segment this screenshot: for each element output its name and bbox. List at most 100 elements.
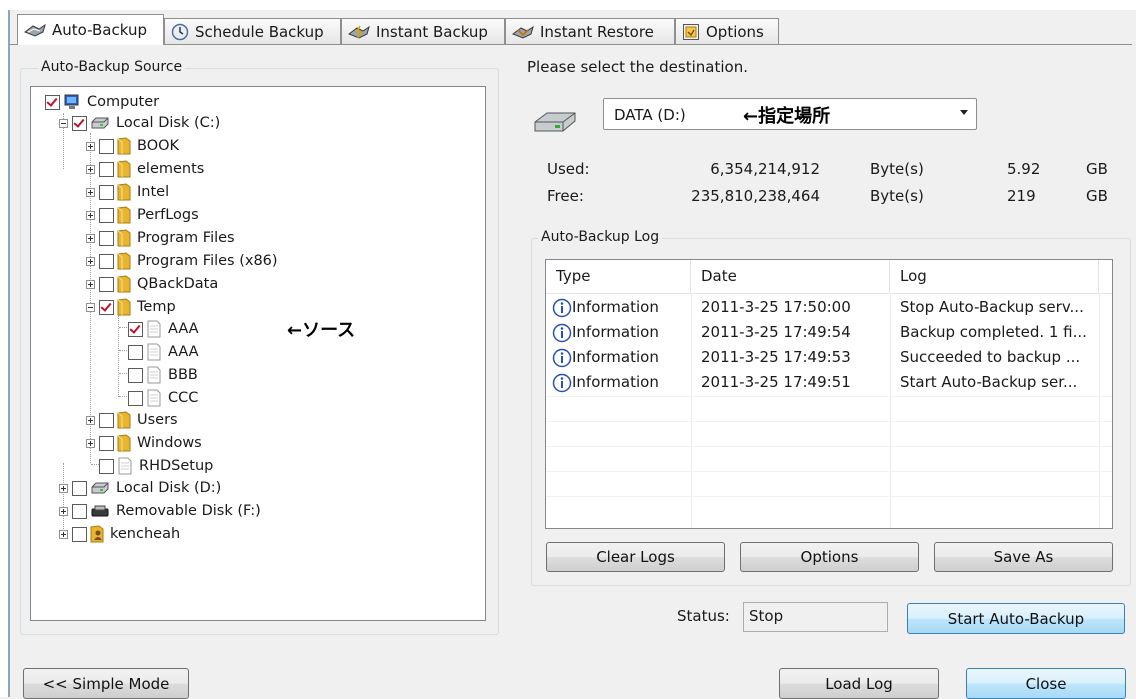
checkbox[interactable] [99, 412, 114, 428]
collapse-toggle[interactable] [59, 118, 68, 128]
tree-node-folder[interactable]: elements [86, 158, 204, 180]
tree-node-file[interactable]: CCC [128, 387, 198, 409]
tree-node-label: elements [137, 161, 205, 177]
simple-mode-button[interactable]: << Simple Mode [23, 668, 189, 699]
tree-node-folder[interactable]: Users [86, 409, 178, 431]
tree-node-file[interactable]: BBB [128, 364, 198, 386]
folder-icon [117, 298, 131, 316]
checkbox[interactable] [99, 138, 114, 154]
checkbox[interactable] [128, 367, 143, 383]
tab-schedule-backup[interactable]: Schedule Backup [164, 18, 341, 44]
column-header-date[interactable]: Date [691, 260, 890, 293]
expand-toggle[interactable] [59, 506, 68, 516]
checkbox[interactable] [99, 276, 114, 292]
tab-label: Schedule Backup [195, 22, 324, 41]
file-icon [147, 320, 161, 338]
load-log-button[interactable]: Load Log [779, 668, 939, 699]
tab-auto-backup[interactable]: Auto-Backup [17, 14, 164, 45]
source-annotation: ←ソース [287, 320, 356, 341]
folder-icon [117, 229, 131, 247]
start-auto-backup-button[interactable]: Start Auto-Backup [907, 603, 1125, 634]
log-row[interactable]: Information 2011-3-25 17:49:53 Succeeded… [546, 345, 1112, 370]
free-bytes: 235,810,238,464 [691, 187, 820, 205]
expand-toggle[interactable] [86, 415, 95, 425]
source-tree[interactable]: Computer Local Disk (C:) BOOK elements I… [30, 86, 486, 621]
checkbox[interactable] [128, 321, 143, 337]
expand-toggle[interactable] [86, 164, 95, 174]
log-row[interactable]: Information 2011-3-25 17:50:00 Stop Auto… [546, 295, 1112, 320]
checkbox[interactable] [99, 184, 114, 200]
tab-options[interactable]: Options [675, 18, 779, 44]
log-options-button[interactable]: Options [740, 542, 919, 572]
column-header-log[interactable]: Log [890, 260, 1099, 293]
tree-node-folder-temp[interactable]: Temp [86, 296, 176, 318]
tree-node-removable-disk[interactable]: Removable Disk (F:) [59, 500, 261, 522]
checkbox[interactable] [128, 344, 143, 360]
tree-node-folder[interactable]: Program Files (x86) [86, 250, 278, 272]
save-as-button[interactable]: Save As [934, 542, 1113, 572]
instant-restore-icon [512, 25, 534, 39]
free-unit: Byte(s) [870, 187, 924, 205]
tree-node-local-disk-c[interactable]: Local Disk (C:) [59, 112, 220, 134]
checkbox[interactable] [72, 526, 87, 542]
tree-line [119, 396, 127, 397]
destination-annotation: ←指定場所 [743, 106, 831, 127]
collapse-toggle[interactable] [86, 302, 95, 312]
checkbox[interactable] [72, 115, 87, 131]
tree-node-file[interactable]: AAA [128, 318, 199, 340]
expand-toggle[interactable] [86, 233, 95, 243]
tree-node-folder[interactable]: Program Files [86, 227, 235, 249]
log-row[interactable]: Information 2011-3-25 17:49:54 Backup co… [546, 320, 1112, 345]
checkbox[interactable] [99, 230, 114, 246]
destination-selected: DATA (D:) [614, 106, 686, 124]
log-list[interactable]: Type Date Log Information 2011-3-25 17:5… [545, 259, 1113, 529]
tree-node-user[interactable]: kencheah [59, 523, 180, 545]
expand-toggle[interactable] [86, 210, 95, 220]
expand-toggle[interactable] [86, 141, 95, 151]
expand-toggle[interactable] [86, 438, 95, 448]
checkbox[interactable] [45, 94, 60, 110]
column-header-type[interactable]: Type [546, 260, 691, 293]
tree-node-computer[interactable]: Computer [45, 91, 159, 113]
row-separator [546, 421, 1112, 422]
log-message: Succeeded to backup ... [900, 348, 1081, 366]
hard-drive-icon [534, 112, 576, 132]
file-icon [147, 343, 161, 361]
tree-node-local-disk-d[interactable]: Local Disk (D:) [59, 477, 221, 499]
close-button[interactable]: Close [966, 668, 1126, 699]
checkbox[interactable] [99, 161, 114, 177]
checkbox[interactable] [72, 480, 87, 496]
tree-node-folder[interactable]: QBackData [86, 273, 218, 295]
tree-node-label: kencheah [110, 526, 181, 542]
tree-node-folder[interactable]: Windows [86, 432, 202, 454]
expand-toggle[interactable] [86, 279, 95, 289]
tab-instant-restore[interactable]: Instant Restore [505, 18, 675, 44]
tab-label: Options [706, 22, 764, 41]
expand-toggle[interactable] [86, 187, 95, 197]
tree-node-file[interactable]: AAA [128, 341, 199, 363]
row-separator [546, 496, 1112, 497]
log-row[interactable]: Information 2011-3-25 17:49:51 Start Aut… [546, 370, 1112, 395]
tree-node-label: CCC [168, 390, 199, 406]
tree-node-file[interactable]: RHDSetup [99, 455, 213, 477]
info-icon [552, 373, 572, 392]
tree-line [119, 327, 127, 328]
expand-toggle[interactable] [59, 483, 68, 493]
expand-toggle[interactable] [59, 529, 68, 539]
checkbox[interactable] [99, 458, 114, 474]
checkbox[interactable] [99, 253, 114, 269]
window-border [8, 10, 10, 697]
tree-node-folder[interactable]: Intel [86, 181, 169, 203]
expand-toggle[interactable] [86, 256, 95, 266]
checkbox[interactable] [72, 503, 87, 519]
tree-node-folder[interactable]: BOOK [86, 135, 179, 157]
clear-logs-button[interactable]: Clear Logs [546, 542, 725, 572]
checkbox[interactable] [128, 390, 143, 406]
window-frame-top [0, 0, 1136, 10]
checkbox[interactable] [99, 207, 114, 223]
checkbox[interactable] [99, 299, 114, 315]
tree-node-label: Intel [137, 184, 170, 200]
checkbox[interactable] [99, 435, 114, 451]
tree-node-folder[interactable]: PerfLogs [86, 204, 199, 226]
tab-instant-backup[interactable]: Instant Backup [341, 18, 505, 44]
